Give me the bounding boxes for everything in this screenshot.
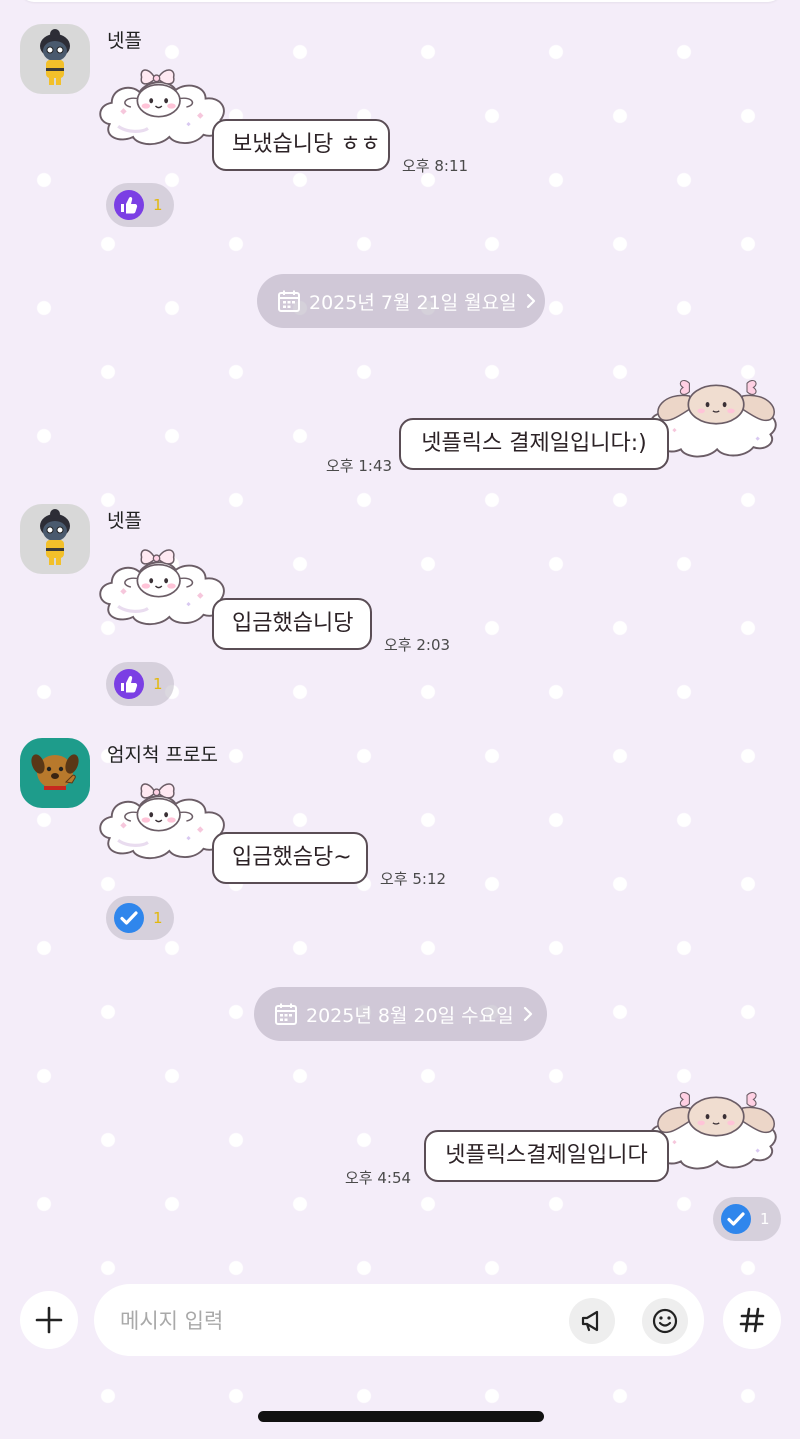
sender-name: 넷플 [107,30,142,52]
reaction-count: 1 [153,909,163,927]
chevron-right-icon [525,292,537,310]
avatar-frodo[interactable] [20,738,90,808]
message-time: 오후 5:12 [380,870,447,888]
home-indicator[interactable] [258,1411,544,1422]
reaction-count: 1 [760,1210,770,1228]
reaction-badge[interactable]: 1 [106,896,174,940]
ninja-character-avatar-icon [20,504,90,574]
sender-name: 엄지척 프로도 [107,744,218,766]
calendar-icon [274,1002,298,1026]
plus-icon [35,1306,63,1334]
reaction-count: 1 [153,196,163,214]
check-icon [114,903,144,933]
sender-name: 넷플 [107,510,142,532]
message-bubble[interactable]: 보냈습니당 ㅎㅎ [212,119,390,171]
announce-button[interactable] [569,1298,615,1344]
message-bubble[interactable]: 넷플릭스결제일입니다 [424,1130,669,1182]
emoji-button[interactable] [642,1298,688,1344]
date-label: 2025년 7월 21일 월요일 [309,291,517,314]
avatar-netpl[interactable] [20,24,90,94]
ninja-character-avatar-icon [20,24,90,94]
previous-message-card-edge [20,0,782,2]
message-time: 오후 8:11 [402,157,469,175]
hashtag-icon [739,1307,765,1333]
message-time: 오후 4:54 [345,1169,412,1187]
calendar-icon [277,289,301,313]
reaction-badge[interactable]: 1 [713,1197,781,1241]
message-bubble[interactable]: 입금했슴당~ [212,832,368,884]
megaphone-icon [581,1310,599,1332]
dog-character-avatar-icon [20,738,90,808]
thumbs-up-icon [114,669,144,699]
chevron-right-icon [522,1005,534,1023]
avatar-netpl[interactable] [20,504,90,574]
message-input-container [94,1284,704,1358]
reaction-count: 1 [153,675,163,693]
date-divider[interactable]: 2025년 7월 21일 월요일 [257,274,545,328]
message-input[interactable] [118,1284,562,1358]
date-divider[interactable]: 2025년 8월 20일 수요일 [254,987,547,1041]
message-bubble[interactable]: 입금했습니당 [212,598,372,650]
message-input-bar [0,1270,800,1370]
smiley-icon [652,1308,678,1334]
message-time: 오후 1:43 [326,457,393,475]
hashtag-button[interactable] [723,1291,781,1349]
add-button[interactable] [20,1291,78,1349]
check-icon [721,1204,751,1234]
thumbs-up-icon [114,190,144,220]
reaction-badge[interactable]: 1 [106,662,174,706]
message-bubble[interactable]: 넷플릭스 결제일입니다:) [399,418,669,470]
message-time: 오후 2:03 [384,636,451,654]
reaction-badge[interactable]: 1 [106,183,174,227]
date-label: 2025년 8월 20일 수요일 [306,1004,514,1027]
